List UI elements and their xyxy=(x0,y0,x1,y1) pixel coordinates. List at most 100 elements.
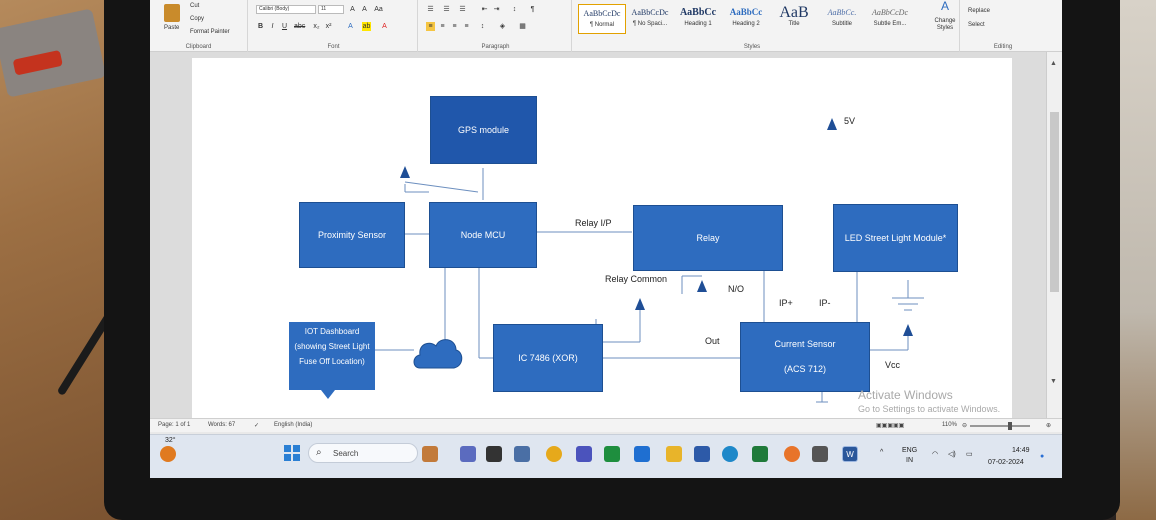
scrollbar-thumb[interactable] xyxy=(1050,112,1059,292)
style-title[interactable]: AaB Title xyxy=(770,4,818,34)
zoom-level[interactable]: 110% xyxy=(942,422,957,428)
wifi-icon[interactable]: ◠ xyxy=(932,450,938,458)
weather-temperature: 32° xyxy=(165,437,176,444)
bold-icon[interactable]: B xyxy=(256,22,265,31)
scroll-down-icon[interactable]: ▼ xyxy=(1050,378,1057,385)
font-size-select[interactable]: 11 xyxy=(318,5,344,14)
subscript-icon[interactable]: x₂ xyxy=(312,22,321,31)
excel-icon[interactable] xyxy=(752,446,768,462)
shading-icon[interactable]: ◈ xyxy=(498,22,507,31)
file-icon[interactable] xyxy=(486,446,502,462)
font-name-select[interactable]: Calibri (Body) xyxy=(256,5,316,14)
led-street-light-block[interactable]: LED Street Light Module* xyxy=(833,204,958,272)
align-center-icon[interactable]: ≡ xyxy=(438,22,447,31)
clock-time[interactable]: 14:49 xyxy=(1012,447,1030,454)
sort-icon[interactable]: ↕ xyxy=(510,5,519,14)
shrink-font-icon[interactable]: A xyxy=(360,5,369,14)
word-icon[interactable]: W xyxy=(842,446,858,462)
page-count[interactable]: Page: 1 of 1 xyxy=(158,422,190,428)
clock-date[interactable]: 07-02-2024 xyxy=(988,459,1024,466)
justify-icon[interactable]: ≡ xyxy=(462,22,471,31)
gps-module-block[interactable]: GPS module xyxy=(430,96,537,164)
edge-icon[interactable] xyxy=(722,446,738,462)
current-sensor-block[interactable]: Current Sensor (ACS 712) xyxy=(740,322,870,392)
region-code[interactable]: IN xyxy=(906,457,913,464)
numbering-icon[interactable]: ☰ xyxy=(442,5,451,14)
app-icon[interactable] xyxy=(812,446,828,462)
people-icon[interactable] xyxy=(514,446,530,462)
style-subtle-emphasis[interactable]: AaBbCcDc Subtle Em... xyxy=(866,4,914,34)
mail-icon[interactable] xyxy=(634,446,650,462)
taskbar-search[interactable]: ⌕ Search xyxy=(308,443,418,463)
pilcrow-icon[interactable]: ¶ xyxy=(528,5,537,14)
styles-group: AaBbCcDc ¶ Normal AaBbCcDc ¶ No Spaci...… xyxy=(574,0,930,52)
scroll-up-icon[interactable]: ▲ xyxy=(1050,60,1057,67)
proofing-icon[interactable]: ✓ xyxy=(254,422,259,429)
decrease-indent-icon[interactable]: ⇤ xyxy=(480,5,489,14)
grow-font-icon[interactable]: A xyxy=(348,5,357,14)
start-icon[interactable] xyxy=(284,445,300,461)
bullets-icon[interactable]: ☰ xyxy=(426,5,435,14)
view-buttons-icon[interactable]: ▣▣▣▣▣ xyxy=(876,422,904,429)
align-left-icon[interactable]: ≡ xyxy=(426,22,435,31)
font-color-icon[interactable]: A xyxy=(380,22,389,31)
ic-7486-block[interactable]: IC 7486 (XOR) xyxy=(493,324,603,392)
underline-icon[interactable]: U xyxy=(280,22,289,31)
vcc-label: Vcc xyxy=(885,360,901,370)
volume-icon[interactable]: ◁) xyxy=(948,450,956,458)
document-page[interactable]: 5V GPS module Proximity Sensor Node MCU … xyxy=(192,58,1012,418)
node-mcu-block[interactable]: Node MCU xyxy=(429,202,537,268)
word-count[interactable]: Words: 67 xyxy=(208,422,235,428)
text-effects-icon[interactable]: A xyxy=(346,22,355,31)
style-heading-2[interactable]: AaBbCc Heading 2 xyxy=(722,4,770,34)
zoom-slider-thumb[interactable] xyxy=(1008,422,1012,430)
iot-dashboard-callout[interactable]: IOT Dashboard (showing Street Light Fuse… xyxy=(289,322,375,399)
borders-icon[interactable]: ▦ xyxy=(518,22,527,31)
select-button[interactable]: Select xyxy=(968,22,985,28)
style-no-spacing[interactable]: AaBbCcDc ¶ No Spaci... xyxy=(626,4,674,34)
zoom-out-icon[interactable]: ⊖ xyxy=(962,422,967,429)
format-painter-button[interactable]: Format Painter xyxy=(190,29,230,35)
voltage-label: 5V xyxy=(844,116,856,126)
vertical-scrollbar[interactable]: ▲ ▼ xyxy=(1046,52,1062,418)
notification-icon[interactable]: ● xyxy=(1040,453,1044,460)
paste-icon[interactable] xyxy=(164,4,180,22)
weather-icon[interactable] xyxy=(160,446,176,462)
activate-windows-title: Activate Windows xyxy=(858,388,953,402)
change-styles-icon[interactable]: A xyxy=(938,0,952,16)
align-right-icon[interactable]: ≡ xyxy=(450,22,459,31)
power-arrow-icon xyxy=(400,166,410,178)
replace-button[interactable]: Replace xyxy=(968,8,990,14)
style-normal[interactable]: AaBbCcDc ¶ Normal xyxy=(578,4,626,34)
cut-button[interactable]: Cut xyxy=(190,3,199,9)
paste-button[interactable]: Paste xyxy=(164,25,179,31)
zoom-slider[interactable] xyxy=(970,425,1030,427)
task-view-icon[interactable] xyxy=(460,446,476,462)
language-indicator[interactable]: English (India) xyxy=(274,422,312,428)
battery-icon[interactable]: ▭ xyxy=(966,450,973,458)
change-styles-button[interactable]: Change Styles xyxy=(930,18,960,32)
zoom-in-icon[interactable]: ⊕ xyxy=(1046,422,1051,429)
italic-icon[interactable]: I xyxy=(268,22,277,31)
copy-button[interactable]: Copy xyxy=(190,16,204,22)
increase-indent-icon[interactable]: ⇥ xyxy=(492,5,501,14)
relay-block[interactable]: Relay xyxy=(633,205,783,271)
style-heading-1[interactable]: AaBbCc Heading 1 xyxy=(674,4,722,34)
style-subtitle[interactable]: AaBbCc. Subtitle xyxy=(818,4,866,34)
highlight-icon[interactable]: ab xyxy=(362,22,371,31)
multilevel-list-icon[interactable]: ☰ xyxy=(458,5,467,14)
proximity-sensor-block[interactable]: Proximity Sensor xyxy=(299,202,405,268)
chevron-up-icon[interactable]: ^ xyxy=(880,449,883,456)
widgets-icon[interactable] xyxy=(422,446,438,462)
teams-icon[interactable] xyxy=(576,446,592,462)
folder-icon[interactable] xyxy=(666,446,682,462)
store-icon[interactable] xyxy=(694,446,710,462)
chrome-icon[interactable] xyxy=(546,446,562,462)
drive-icon[interactable] xyxy=(604,446,620,462)
superscript-icon[interactable]: x² xyxy=(324,22,333,31)
strikethrough-icon[interactable]: abc xyxy=(294,22,305,31)
change-case-icon[interactable]: Aa xyxy=(374,5,383,14)
firefox-icon[interactable] xyxy=(784,446,800,462)
language-code[interactable]: ENG xyxy=(902,447,917,454)
line-spacing-icon[interactable]: ↕ xyxy=(478,22,487,31)
